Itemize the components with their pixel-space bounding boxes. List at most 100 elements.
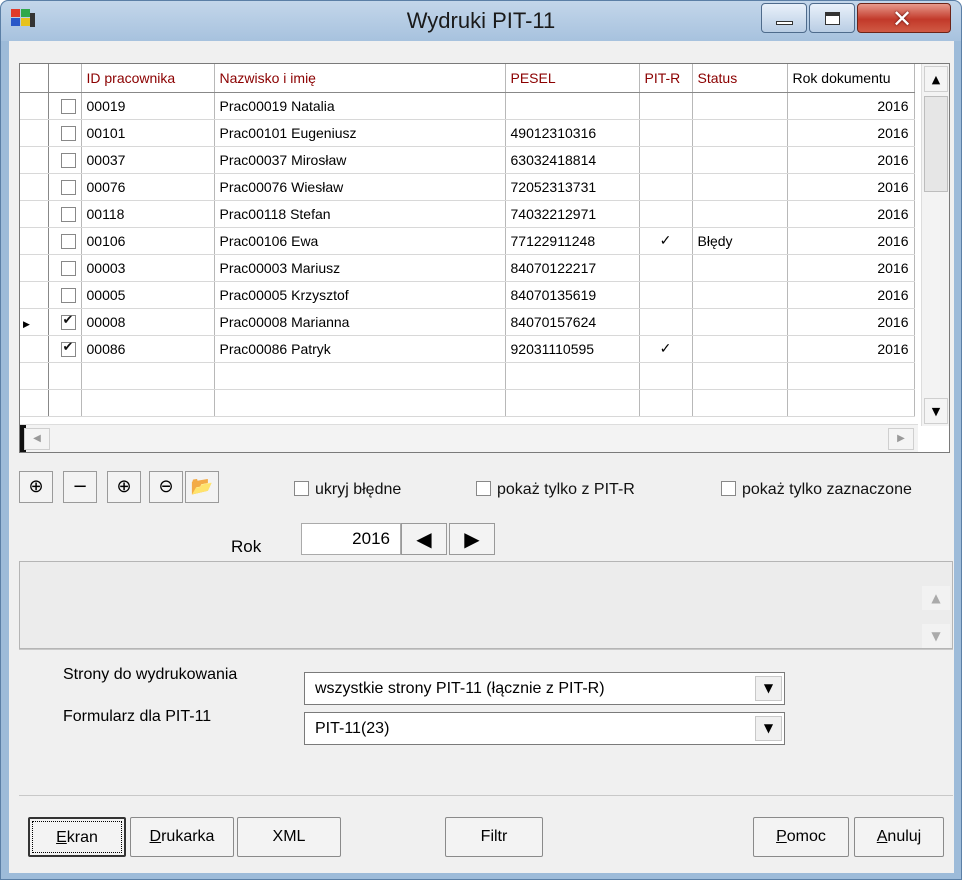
scroll-down-icon[interactable]: ▼: [924, 398, 948, 424]
table-row[interactable]: 00037 Prac00037 Mirosław 63032418814 2016: [20, 146, 915, 174]
messages-memo[interactable]: ▲ ▼: [19, 561, 953, 649]
column-header-pesel[interactable]: PESEL: [505, 64, 640, 93]
row-checkbox-cell[interactable]: [48, 119, 82, 147]
cell-id: 00076: [81, 173, 215, 201]
table-row[interactable]: 00118 Prac00118 Stefan 74032212971 2016: [20, 200, 915, 228]
scroll-up-icon[interactable]: ▲: [924, 66, 948, 92]
cell-name: Prac00086 Patryk: [214, 335, 506, 363]
pages-select[interactable]: wszystkie strony PIT-11 (łącznie z PIT-R…: [304, 672, 785, 705]
horizontal-scrollbar[interactable]: ◀ ▶: [20, 424, 918, 452]
scroll-thumb[interactable]: [924, 96, 948, 192]
row-checkbox-cell[interactable]: [48, 146, 82, 174]
table-row[interactable]: 00106 Prac00106 Ewa 77122911248 ✓ Błędy 2016: [20, 227, 915, 255]
only-pitr-option[interactable]: pokaż tylko z PIT-R: [476, 480, 635, 499]
open-button[interactable]: 📂: [185, 471, 219, 503]
printer-button[interactable]: Drukarka: [130, 817, 234, 857]
xml-button[interactable]: XML: [237, 817, 341, 857]
row-checkbox-cell[interactable]: [48, 335, 82, 363]
memo-scroll-up-icon[interactable]: ▲: [922, 586, 950, 610]
form-select[interactable]: PIT-11(23) ▼: [304, 712, 785, 745]
table-row[interactable]: ▶ 00008Prac00008 Marianna84070157624 2016: [20, 308, 915, 336]
row-checkbox-cell[interactable]: [48, 227, 82, 255]
cell-status: [692, 281, 788, 309]
hide-errors-option[interactable]: ukryj błędne: [294, 480, 402, 499]
row-checkbox[interactable]: [60, 233, 76, 249]
pages-select-value: wszystkie strony PIT-11 (łącznie z PIT-R…: [315, 680, 605, 697]
remove-all-button[interactable]: ⊖: [149, 471, 183, 503]
grid-body: 00019 Prac00019 Natalia 2016 00101 Prac00101…: [20, 92, 915, 417]
close-button[interactable]: ✕: [857, 3, 951, 33]
scroll-right-icon[interactable]: ▶: [888, 428, 914, 450]
vertical-scrollbar[interactable]: ▲ ▼: [921, 64, 949, 426]
row-checkbox[interactable]: [60, 287, 76, 303]
table-row[interactable]: 00086Prac00086 Patryk92031110595✓ 2016: [20, 335, 915, 363]
row-checkbox[interactable]: [60, 179, 76, 195]
row-checkbox[interactable]: [60, 313, 76, 330]
cell-pesel: 92031110595: [505, 335, 640, 363]
row-checkbox[interactable]: [60, 340, 76, 357]
window: Wydruki PIT-11 ✕ ID pracownika Nazwisko …: [0, 0, 962, 880]
filter-button[interactable]: Filtr: [445, 817, 543, 857]
table-row[interactable]: 00076 Prac00076 Wiesław 72052313731 2016: [20, 173, 915, 201]
row-checkbox[interactable]: [60, 125, 76, 141]
year-label: Rok: [231, 537, 262, 556]
add-button[interactable]: ⊕: [19, 471, 53, 503]
row-checkbox-cell[interactable]: [48, 173, 82, 201]
hide-errors-checkbox[interactable]: [294, 480, 309, 496]
scroll-left-icon[interactable]: ◀: [24, 428, 50, 450]
minimize-button[interactable]: [761, 3, 807, 33]
cell-id: 00037: [81, 146, 215, 174]
cell-year: 2016: [787, 119, 915, 147]
maximize-button[interactable]: [809, 3, 855, 33]
empty-cell: [639, 362, 693, 390]
title-bar[interactable]: Wydruki PIT-11 ✕: [1, 1, 961, 41]
memo-scroll-down-icon[interactable]: ▼: [922, 624, 950, 648]
add-all-button[interactable]: ⊕: [107, 471, 141, 503]
chevron-down-icon[interactable]: ▼: [755, 676, 782, 701]
cell-id: 00003: [81, 254, 215, 282]
cell-year: 2016: [787, 281, 915, 309]
cell-year: 2016: [787, 173, 915, 201]
only-checked-checkbox[interactable]: [721, 480, 736, 496]
cell-pitr: [639, 200, 693, 228]
table-row[interactable]: 00019 Prac00019 Natalia 2016: [20, 92, 915, 120]
row-checkbox[interactable]: [60, 152, 76, 168]
row-checkbox-cell[interactable]: [48, 281, 82, 309]
only-pitr-checkbox[interactable]: [476, 480, 491, 496]
row-checkbox[interactable]: [60, 260, 76, 276]
row-checkbox[interactable]: [60, 98, 76, 114]
table-row[interactable]: 00005 Prac00005 Krzysztof 84070135619 2016: [20, 281, 915, 309]
remove-icon: −: [72, 476, 88, 497]
only-checked-option[interactable]: pokaż tylko zaznaczone: [721, 480, 912, 499]
screen-label: kran: [66, 829, 98, 846]
column-header-pitr[interactable]: PIT-R: [639, 64, 693, 93]
row-checkbox-cell[interactable]: [48, 308, 82, 336]
cell-name: Prac00005 Krzysztof: [214, 281, 506, 309]
column-header-year[interactable]: Rok dokumentu: [787, 64, 915, 93]
column-header-name[interactable]: Nazwisko i imię: [214, 64, 506, 93]
year-previous-button[interactable]: ◀: [401, 523, 447, 555]
cell-pesel: 77122911248: [505, 227, 640, 255]
empty-cell: [20, 362, 49, 390]
chevron-down-icon[interactable]: ▼: [755, 716, 782, 741]
row-checkbox[interactable]: [60, 206, 76, 222]
open-folder-icon: 📂: [190, 476, 214, 497]
cell-id: 00005: [81, 281, 215, 309]
current-row-icon: ▶: [23, 319, 30, 330]
column-header-status[interactable]: Status: [692, 64, 788, 93]
row-checkbox-cell[interactable]: [48, 254, 82, 282]
table-row[interactable]: 00101 Prac00101 Eugeniusz 49012310316 2016: [20, 119, 915, 147]
screen-button[interactable]: Ekran: [28, 817, 126, 857]
column-header-id[interactable]: ID pracownika: [81, 64, 215, 93]
cell-status: [692, 200, 788, 228]
year-next-button[interactable]: ▶: [449, 523, 495, 555]
only-pitr-label: pokaż tylko z PIT-R: [497, 481, 635, 498]
hide-errors-label: ukryj błędne: [315, 481, 402, 498]
row-checkbox-cell[interactable]: [48, 200, 82, 228]
table-row[interactable]: 00003 Prac00003 Mariusz 84070122217 2016: [20, 254, 915, 282]
cancel-button[interactable]: Anuluj: [854, 817, 944, 857]
help-button[interactable]: Pomoc: [753, 817, 849, 857]
remove-button[interactable]: −: [63, 471, 97, 503]
year-input[interactable]: 2016: [301, 523, 401, 555]
row-checkbox-cell[interactable]: [48, 92, 82, 120]
